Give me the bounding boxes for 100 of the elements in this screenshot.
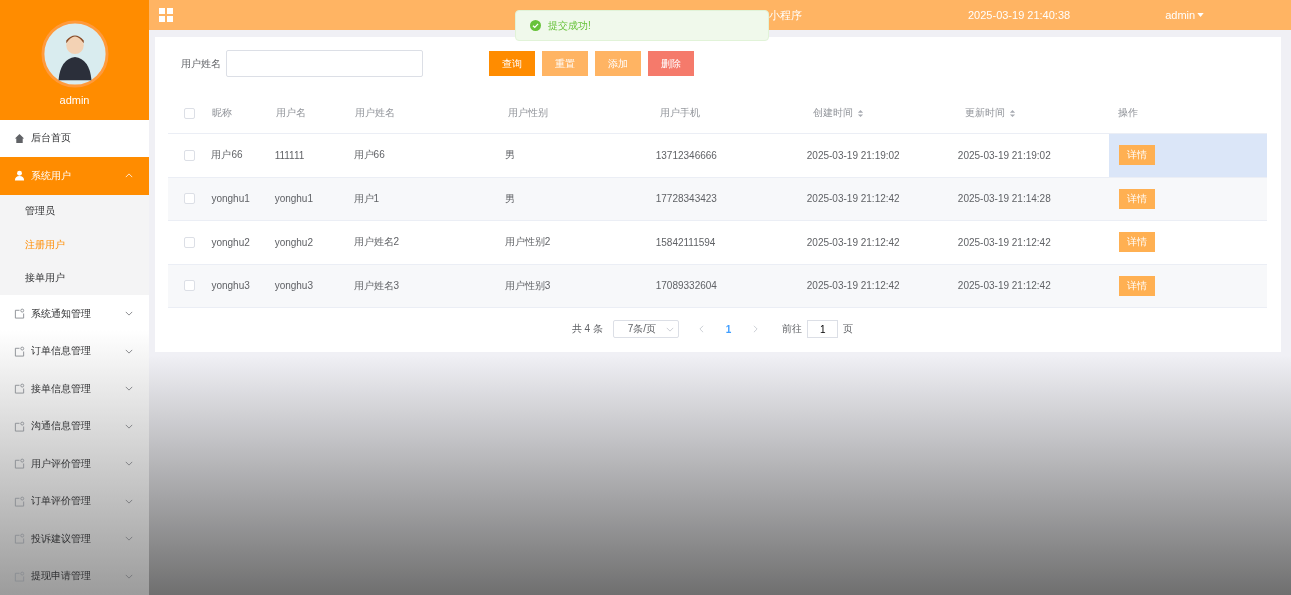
delete-button[interactable]: 删除 <box>648 51 694 76</box>
checkbox[interactable] <box>184 149 196 161</box>
menu-item[interactable]: 系统用户 <box>0 157 149 195</box>
menu-item[interactable]: 接单信息管理 <box>0 370 149 408</box>
table-cell: 男 <box>504 191 515 206</box>
submenu-item[interactable]: 管理员 <box>0 194 149 228</box>
table-cell: 2025-03-19 21:12:42 <box>806 280 900 292</box>
details-button[interactable]: 详情 <box>1118 188 1155 209</box>
table-cell: 用户姓名2 <box>353 235 400 250</box>
table-cell: 13712346666 <box>655 149 717 161</box>
table-cell: 17089332604 <box>655 280 717 292</box>
checkbox[interactable] <box>184 193 196 205</box>
next-page-icon[interactable] <box>753 325 759 333</box>
table-cell: 2025-03-19 21:12:42 <box>957 280 1051 292</box>
table-cell: 2025-03-19 21:12:42 <box>806 193 900 205</box>
submenu-item[interactable]: 注册用户 <box>0 228 149 262</box>
table-cell: 用户1 <box>353 191 380 206</box>
document-icon <box>14 570 25 582</box>
chevron-down-icon <box>665 326 674 332</box>
table-cell: 2025-03-19 21:14:28 <box>957 193 1051 205</box>
user-icon <box>14 170 25 182</box>
page-input[interactable]: 1 <box>807 320 839 338</box>
table-cell: 2025-03-19 21:19:02 <box>806 149 900 161</box>
sort-icon[interactable] <box>1009 108 1017 118</box>
sort-icon[interactable] <box>856 108 864 118</box>
app-title: 小程序 <box>769 7 802 23</box>
chevron-icon <box>125 173 133 179</box>
column-header[interactable]: 更新时间 <box>965 106 1006 120</box>
column-header: 用户姓名 <box>355 106 396 120</box>
chevron-icon <box>125 386 133 392</box>
column-header: 操作 <box>1117 106 1138 120</box>
table-cell: yonghu2 <box>211 236 250 248</box>
document-icon <box>14 420 25 432</box>
menu-item[interactable]: 后台首页 <box>0 119 149 157</box>
reset-button[interactable]: 重置 <box>542 51 588 76</box>
chevron-icon <box>125 573 133 579</box>
table-cell: yonghu2 <box>274 236 313 248</box>
previous-page-icon[interactable] <box>698 325 704 333</box>
chevron-icon <box>125 423 133 429</box>
document-icon <box>14 458 25 470</box>
page-number[interactable]: 1 <box>725 323 732 335</box>
field-label: 用户姓名 <box>181 56 222 71</box>
column-header[interactable]: 创建时间 <box>812 106 853 120</box>
details-button[interactable]: 详情 <box>1118 145 1155 166</box>
menu-item[interactable]: 提现申请管理 <box>0 557 149 595</box>
table-cell: 15842111594 <box>655 236 716 248</box>
checkbox[interactable] <box>184 107 196 119</box>
details-button[interactable]: 详情 <box>1118 232 1155 253</box>
goto-label: 前往 <box>782 322 803 336</box>
table-cell: 2025-03-19 21:12:42 <box>957 236 1051 248</box>
date-time: 2025-03-19 21:40:38 <box>968 9 1071 21</box>
table-cell: 2025-03-19 21:12:42 <box>806 236 900 248</box>
chevron-icon <box>125 498 133 504</box>
document-icon <box>14 533 25 545</box>
table-cell: 用户66 <box>353 148 385 163</box>
chevron-icon <box>125 348 133 354</box>
column-header: 昵称 <box>211 106 232 120</box>
document-icon <box>14 308 25 320</box>
checkbox[interactable] <box>184 280 196 292</box>
table-cell: 用户66 <box>211 148 243 163</box>
table-cell: 用户性别3 <box>504 278 551 293</box>
chevron-icon <box>125 536 133 542</box>
document-icon <box>14 495 25 507</box>
menu-item[interactable]: 投诉建议管理 <box>0 520 149 558</box>
toast-message: 提交成功! <box>548 18 591 33</box>
column-header: 用户性别 <box>507 106 548 120</box>
checkbox[interactable] <box>184 236 196 248</box>
total-count: 共 4 条 <box>571 322 603 336</box>
table-cell: yonghu3 <box>211 280 250 292</box>
user-menu[interactable]: admin <box>1165 9 1205 21</box>
table-cell: 男 <box>504 148 515 163</box>
table-cell: yonghu3 <box>274 280 313 292</box>
caret-icon <box>1197 13 1205 17</box>
menu-item[interactable]: 系统通知管理 <box>0 295 149 333</box>
page-size-select[interactable]: 7条/页 <box>612 320 679 338</box>
table-cell: 111111 <box>274 149 305 161</box>
table-cell: 2025-03-19 21:19:02 <box>957 149 1051 161</box>
menu-item[interactable]: 沟通信息管理 <box>0 407 149 445</box>
home-icon <box>14 132 25 144</box>
document-icon <box>14 383 25 395</box>
details-button[interactable]: 详情 <box>1118 275 1155 296</box>
add-button[interactable]: 添加 <box>595 51 641 76</box>
chevron-icon <box>125 461 133 467</box>
chevron-icon <box>125 311 133 317</box>
document-icon <box>14 345 25 357</box>
grid-icon[interactable] <box>159 8 173 22</box>
menu-item[interactable]: 订单评价管理 <box>0 482 149 520</box>
check-icon <box>530 20 541 31</box>
menu-item[interactable]: 订单信息管理 <box>0 332 149 370</box>
menu-item[interactable]: 用户评价管理 <box>0 445 149 483</box>
user-name: admin <box>59 93 90 106</box>
name-input[interactable] <box>226 50 423 77</box>
column-header: 用户名 <box>275 106 306 120</box>
submenu-item[interactable]: 接单用户 <box>0 261 149 295</box>
avatar <box>40 19 109 88</box>
table-cell: yonghu1 <box>274 193 313 205</box>
table-cell: 用户姓名3 <box>353 278 400 293</box>
page-unit: 页 <box>843 322 854 336</box>
table-cell: yonghu1 <box>211 193 250 205</box>
search-button[interactable]: 查询 <box>489 51 535 76</box>
